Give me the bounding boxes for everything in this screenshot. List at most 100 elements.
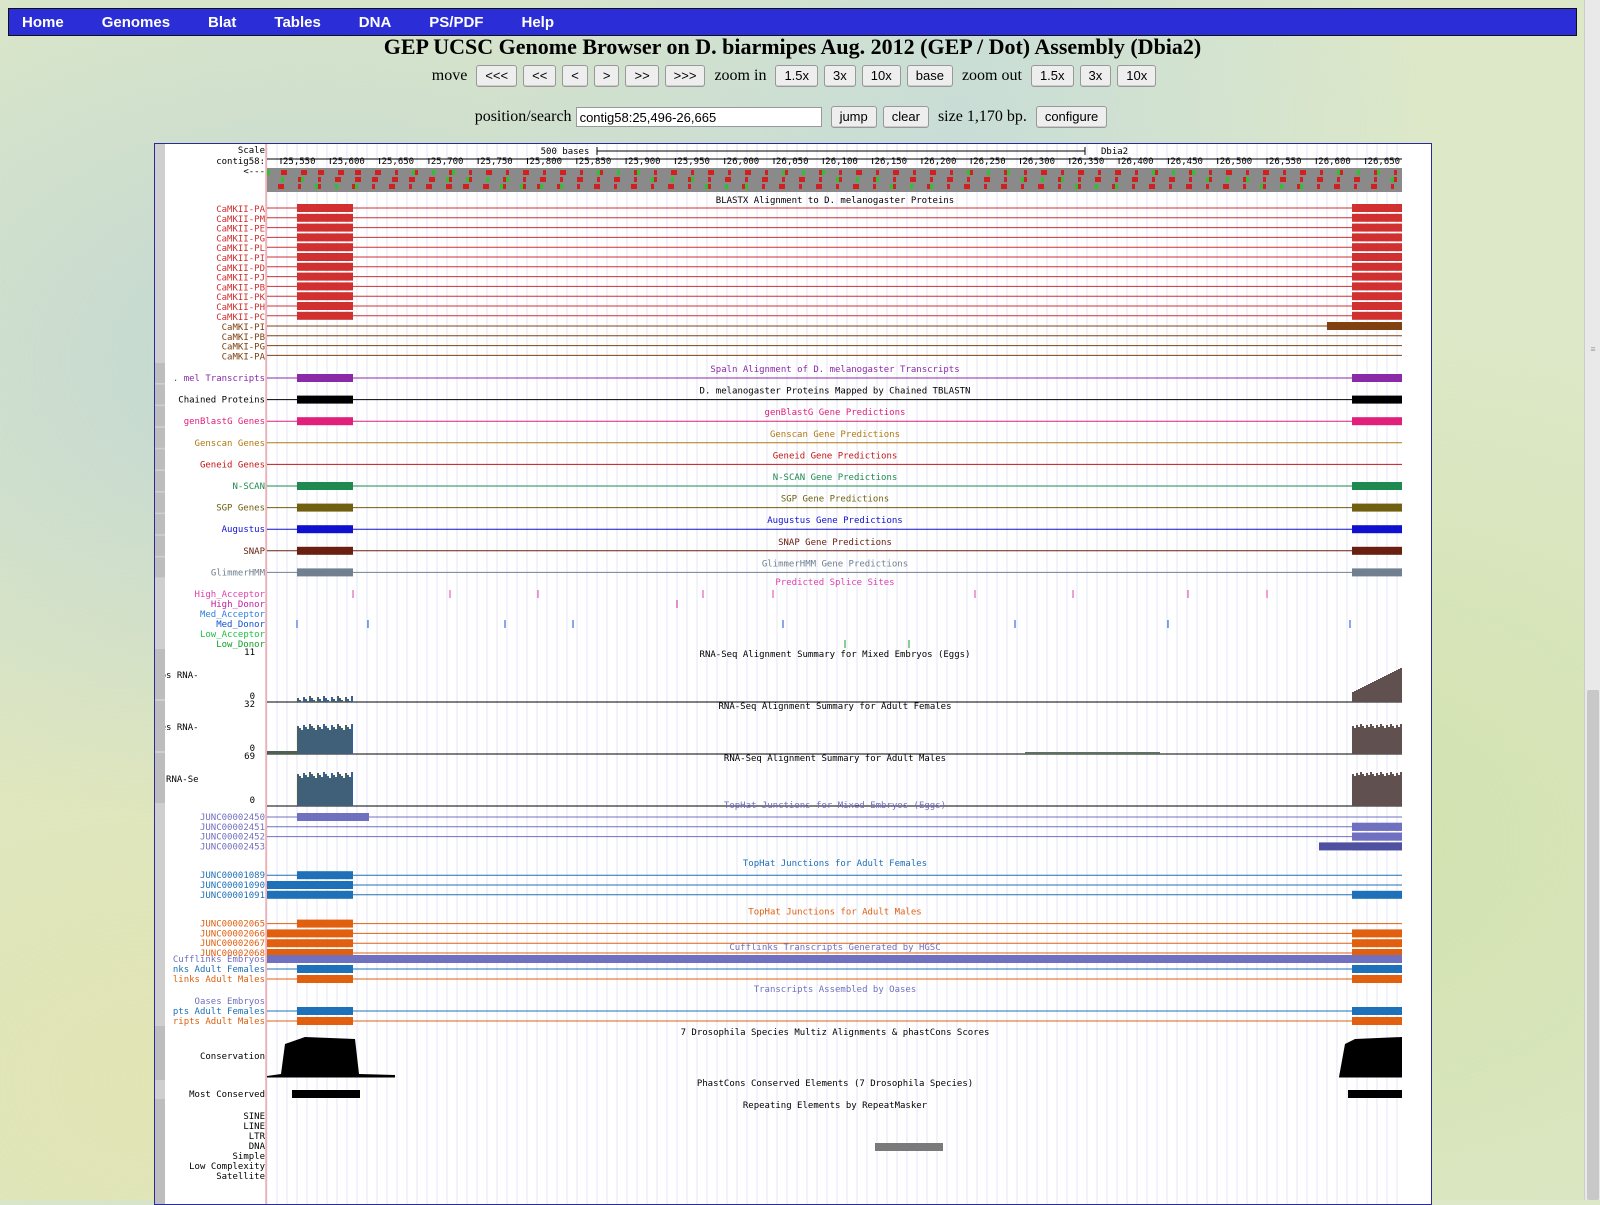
jump-button[interactable]: jump (830, 106, 877, 128)
codon-mark (1260, 184, 1263, 189)
codon-mark (395, 177, 398, 182)
rnaseq-bar (1390, 724, 1392, 754)
rnaseq-bar (1384, 776, 1386, 806)
codon-mark (688, 177, 691, 182)
codon-mark (466, 184, 469, 189)
blastx-item-label: CaMKI-PG (222, 343, 265, 353)
move-right-button[interactable]: >> (625, 65, 659, 87)
codon-mark (1394, 177, 1397, 182)
zoom-in-10x-button[interactable]: 10x (861, 65, 901, 87)
clear-button[interactable]: clear (882, 106, 929, 128)
nav-genomes[interactable]: Genomes (83, 14, 189, 31)
rnaseq-bar (317, 697, 319, 702)
codon-mark (378, 170, 381, 175)
tophat-item-label: JUNC00002066 (200, 929, 265, 939)
move-step-left-button[interactable]: < (562, 65, 588, 87)
codon-mark (560, 177, 563, 182)
track-handle (155, 492, 165, 513)
codon-mark (1320, 170, 1323, 175)
zoom-out-10x-button[interactable]: 10x (1117, 65, 1157, 87)
zoom-out-1-5x-button[interactable]: 1.5x (1030, 65, 1074, 87)
zoom-in-3x-button[interactable]: 3x (824, 65, 856, 87)
codon-mark (338, 170, 341, 175)
nav-help[interactable]: Help (502, 14, 573, 31)
codon-mark (489, 170, 492, 175)
nav-ps-pdf[interactable]: PS/PDF (410, 14, 502, 31)
rnaseq-bar (1358, 689, 1360, 702)
gene-exon (1352, 546, 1402, 555)
gene-track-title: N-SCAN Gene Predictions (773, 473, 898, 483)
codon-mark (728, 177, 731, 182)
rnaseq-max: 11 (244, 648, 255, 658)
gene-exon (297, 503, 353, 512)
zoom-base-button[interactable]: base (906, 65, 953, 87)
move-far-right-button[interactable]: >>> (664, 65, 706, 87)
codon-mark (708, 177, 711, 182)
move-step-right-button[interactable]: > (593, 65, 620, 87)
rnaseq-bar (1394, 776, 1396, 806)
codon-mark (432, 170, 435, 175)
zoom-in-1-5x-button[interactable]: 1.5x (775, 65, 819, 87)
cufflinks-block (267, 955, 1402, 963)
rnaseq-bar (333, 727, 335, 754)
nav-home[interactable]: Home (9, 14, 83, 31)
codon-mark (395, 170, 398, 175)
blastx-item-label: CaMKII-PD (216, 264, 265, 274)
codon-mark (392, 184, 395, 189)
rnaseq-bar (311, 726, 313, 754)
track-handle (155, 753, 165, 803)
blastx-item-label: CaMKII-PM (216, 215, 265, 225)
rnaseq-bar (299, 700, 301, 702)
rnaseq-bar (325, 698, 327, 702)
genome-browser-image[interactable]: Scale contig58: <--- 500 bases Dbia2 25,550 25… (154, 143, 1432, 1205)
codon-mark (486, 177, 489, 182)
codon-mark (651, 184, 654, 189)
repeatmasker-title: Repeating Elements by RepeatMasker (743, 1101, 928, 1111)
page-scrollbar[interactable]: ≡ (1584, 0, 1600, 1200)
codon-mark (711, 170, 714, 175)
codon-mark (500, 184, 503, 189)
codon-mark (1152, 170, 1155, 175)
codon-mark (1115, 184, 1118, 189)
codon-mark (876, 170, 879, 175)
codon-mark (1206, 177, 1209, 182)
cufflinks-block (1352, 965, 1402, 973)
ruler-tick-label: 25,950 (677, 157, 710, 167)
nav-dna[interactable]: DNA (340, 14, 411, 31)
rnaseq-bar (351, 696, 353, 702)
codon-mark (745, 170, 748, 175)
codon-mark (1061, 177, 1064, 182)
codon-mark (321, 170, 324, 175)
blastx-exon (297, 282, 353, 291)
move-far-left-button[interactable]: <<< (476, 65, 518, 87)
codon-mark (856, 170, 859, 175)
move-left-button[interactable]: << (523, 65, 557, 87)
zoom-out-3x-button[interactable]: 3x (1079, 65, 1112, 87)
codon-mark (335, 184, 338, 189)
blastx-item-label: CaMKII-PB (216, 283, 265, 293)
repeat-class-label: Simple (232, 1152, 265, 1162)
codon-mark (799, 177, 802, 182)
codon-mark (725, 177, 728, 182)
codon-mark (668, 184, 671, 189)
codon-mark (910, 177, 913, 182)
most-conserved-label: Most Conserved (189, 1090, 265, 1100)
browser-tracks-svg[interactable]: Scalecontig58:<--- 500 bases Dbia2 25,550 25… (155, 144, 1431, 1204)
codon-mark (970, 170, 973, 175)
tophat-item-label: JUNC00001089 (200, 871, 265, 881)
splice-label: Med_Acceptor (200, 610, 266, 620)
rnaseq-bar (335, 777, 337, 806)
codon-mark (1243, 177, 1246, 182)
rnaseq-bar (301, 730, 303, 754)
oases-block (297, 1017, 353, 1025)
configure-button[interactable]: configure (1035, 106, 1108, 128)
scrollbar-thumb[interactable] (1587, 690, 1599, 1200)
rnaseq-bar (321, 729, 323, 754)
rnaseq-bar (347, 699, 349, 702)
nav-blat[interactable]: Blat (189, 14, 255, 31)
nav-tables[interactable]: Tables (255, 14, 339, 31)
blastx-item-label: CaMKII-PL (216, 244, 265, 254)
codon-mark (745, 177, 748, 182)
position-search-input[interactable] (575, 107, 822, 127)
rnaseq-bar (303, 773, 305, 806)
